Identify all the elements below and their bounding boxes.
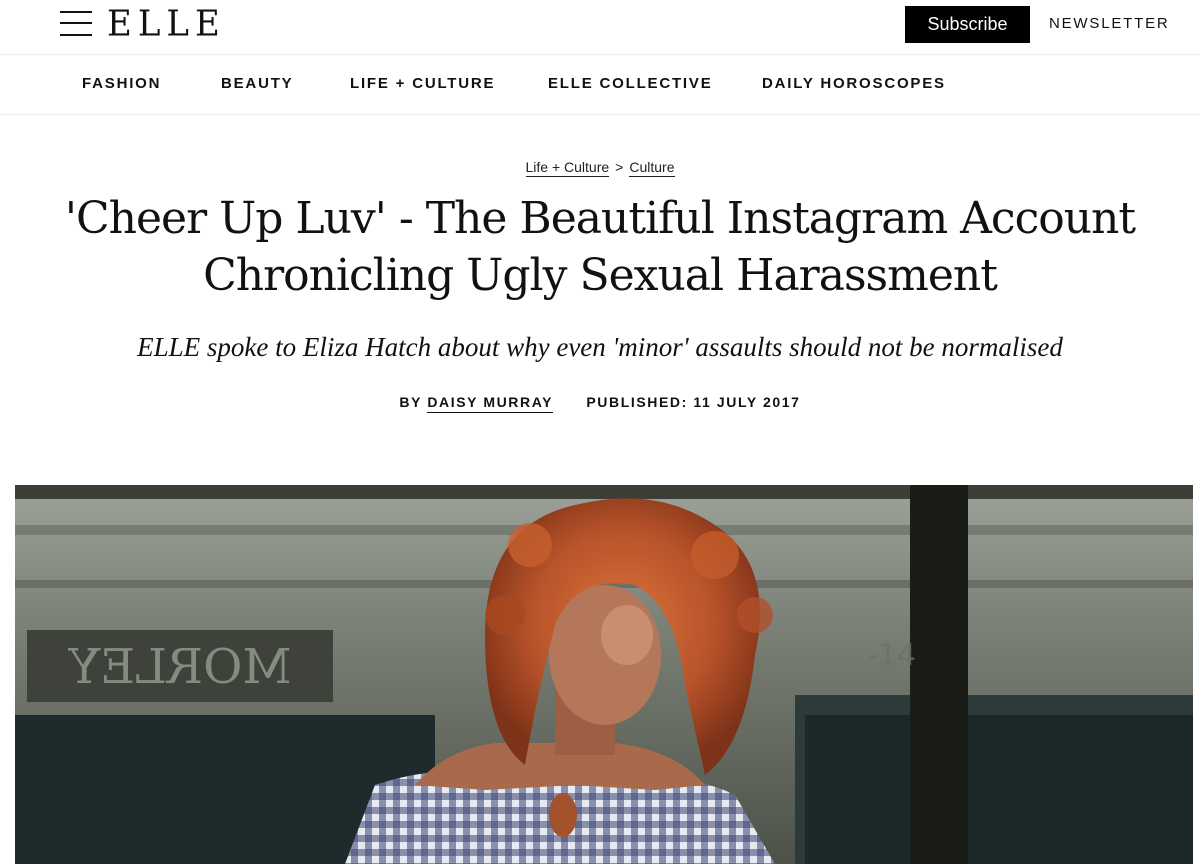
nav-item-elle-collective[interactable]: ELLE COLLECTIVE [548,75,713,92]
nav-item-beauty[interactable]: BEAUTY [221,75,293,92]
breadcrumb-life-culture[interactable]: Life + Culture [525,159,610,177]
author-link[interactable]: DAISY MURRAY [427,394,553,413]
menu-icon[interactable] [60,10,92,38]
published-date: PUBLISHED: 11 JULY 2017 [586,394,801,410]
byline: BY DAISY MURRAY PUBLISHED: 11 JULY 2017 [0,394,1200,413]
article-dek: ELLE spoke to Eliza Hatch about why even… [137,332,1063,362]
breadcrumb-culture[interactable]: Culture [629,159,675,177]
nav-item-life-culture[interactable]: LIFE + CULTURE [350,75,495,92]
breadcrumb: Life + Culture > Culture [0,159,1200,177]
hero-sign-text: MORLEY [67,639,292,695]
breadcrumb-separator: > [615,159,624,175]
section-nav: FASHION BEAUTY LIFE + CULTURE ELLE COLLE… [0,55,1200,115]
article-headline: 'Cheer Up Luv' - The Beautiful Instagram… [60,190,1140,304]
headline-line-2: Chronicling Ugly Sexual Harassment [203,250,998,301]
svg-text:-14: -14 [867,638,916,673]
nav-item-fashion[interactable]: FASHION [82,75,161,92]
hero-image: MORLEY -14 [15,485,1193,864]
elle-logo[interactable]: ELLE [107,3,226,45]
headline-line-1: 'Cheer Up Luv' - The Beautiful Instagram… [64,193,1136,244]
byline-prefix: BY [399,394,422,410]
top-bar: ELLE Subscribe NEWSLETTER [0,0,1200,55]
newsletter-link[interactable]: NEWSLETTER [1049,15,1170,32]
nav-item-daily-horoscopes[interactable]: DAILY HOROSCOPES [762,75,946,92]
subscribe-button[interactable]: Subscribe [905,6,1030,43]
